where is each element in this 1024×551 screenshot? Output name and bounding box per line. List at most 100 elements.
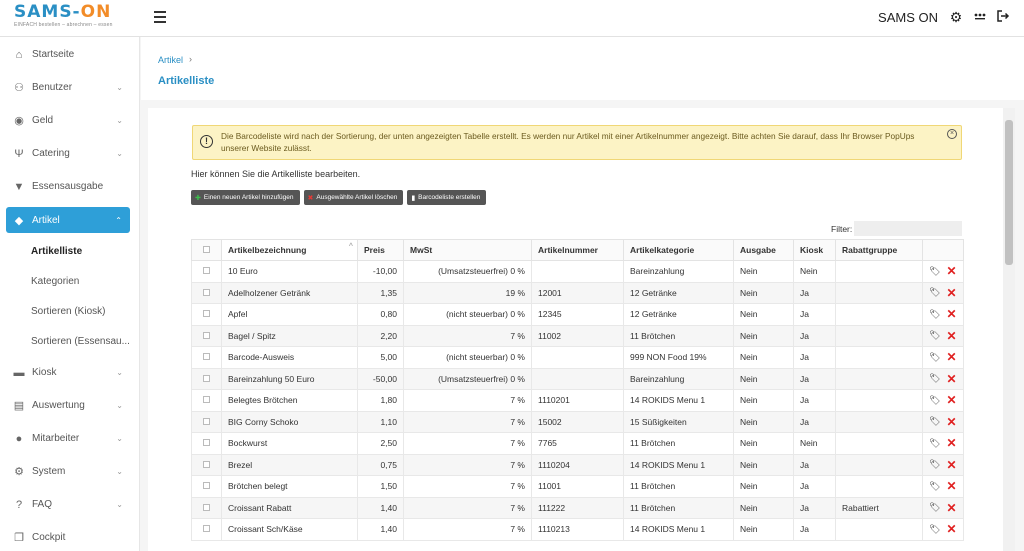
row-checkbox[interactable]	[191, 496, 222, 519]
row-checkbox[interactable]	[191, 281, 222, 304]
sidebar-item-system[interactable]: ⚙ System ⌄	[0, 455, 139, 488]
row-checkbox[interactable]	[191, 410, 222, 433]
delete-icon[interactable]: ✕	[946, 329, 956, 343]
delete-icon[interactable]: ✕	[946, 286, 956, 300]
delete-icon[interactable]: ✕	[946, 436, 956, 450]
delete-icon[interactable]: ✕	[946, 522, 956, 536]
scroll-thumb[interactable]	[1005, 120, 1013, 265]
barcode-list-button[interactable]: ▮ Barcodeliste erstellen	[407, 190, 487, 205]
table-row[interactable]: Croissant Rabatt 1,40 7 % 111222 11 Brötchen…	[191, 496, 964, 519]
sidebar-item-cockpit[interactable]: ❐ Cockpit	[0, 521, 139, 551]
cell-mwst: 7 %	[403, 389, 532, 412]
table-row[interactable]: Brezel 0,75 7 % 1110204 14 ROKIDS Menu 1 Nein…	[191, 453, 964, 476]
cell-artikelbezeichnung: Bockwurst	[221, 432, 358, 455]
row-checkbox[interactable]	[191, 324, 222, 347]
table-row[interactable]: Brötchen belegt 1,50 7 % 11001 11 Brötchen Ne…	[191, 475, 964, 498]
scrollbar[interactable]	[1003, 108, 1015, 551]
col-header-ausgabe[interactable]: Ausgabe	[733, 239, 794, 261]
sidebar-item-artikel[interactable]: ◆ Artikel ⌃	[6, 207, 130, 233]
delete-icon[interactable]: ✕	[946, 307, 956, 321]
table-row[interactable]: Croissant Sch/Käse 1,40 7 % 1110213 14 ROKID…	[191, 518, 964, 541]
sidebar-item-kiosk[interactable]: ▬ Kiosk ⌄	[0, 356, 139, 389]
edit-tag-icon[interactable]: 🏷	[929, 459, 940, 470]
breadcrumb-artikel[interactable]: Artikel	[158, 55, 183, 65]
delete-selected-button[interactable]: ✖ Ausgewählte Artikel löschen	[303, 190, 404, 205]
cell-kiosk: Nein	[793, 432, 836, 455]
sort-asc-icon: ^	[348, 243, 353, 250]
sidebar-item-startseite[interactable]: ⌂ Startseite	[0, 38, 139, 71]
edit-tag-icon[interactable]: 🏷	[929, 416, 940, 427]
table-row[interactable]: Adelholzener Getränk 1,35 19 % 12001 12 Getr…	[191, 281, 964, 304]
delete-icon[interactable]: ✕	[946, 264, 956, 278]
cell-preis: 0,75	[357, 453, 404, 476]
edit-tag-icon[interactable]: 🏷	[929, 287, 940, 298]
col-header-artikelnummer[interactable]: Artikelnummer	[531, 239, 624, 261]
col-header-artikelbezeichnung[interactable]: Artikelbezeichnung ^	[221, 239, 358, 261]
sidebar-subitem-kategorien[interactable]: Kategorien	[0, 266, 139, 296]
edit-tag-icon[interactable]: 🏷	[929, 395, 940, 406]
sidebar-item-geld[interactable]: ◉ Geld ⌄	[0, 104, 139, 137]
sidebar-subitem-sortieren-essensausgabe[interactable]: Sortieren (Essensau...	[0, 326, 139, 356]
row-checkbox[interactable]	[191, 518, 222, 541]
sidebar-subitem-sortieren-kiosk[interactable]: Sortieren (Kiosk)	[0, 296, 139, 326]
table-row[interactable]: Belegtes Brötchen 1,80 7 % 1110201 14 ROKIDS…	[191, 389, 964, 412]
table-row[interactable]: Bagel / Spitz 2,20 7 % 11002 11 Brötchen Nein…	[191, 324, 964, 347]
logout-icon[interactable]	[995, 9, 1011, 25]
edit-tag-icon[interactable]: 🏷	[929, 266, 940, 277]
edit-tag-icon[interactable]: 🏷	[929, 438, 940, 449]
sidebar-item-essensausgabe[interactable]: ▼ Essensausgabe	[0, 170, 139, 203]
edit-tag-icon[interactable]: 🏷	[929, 524, 940, 535]
hamburger-icon[interactable]	[154, 11, 166, 23]
sidebar-item-benutzer[interactable]: ⚇ Benutzer ⌄	[0, 71, 139, 104]
cell-artikelbezeichnung: Belegtes Brötchen	[221, 389, 358, 412]
row-checkbox[interactable]	[191, 346, 222, 369]
delete-icon[interactable]: ✕	[946, 501, 956, 515]
user-name[interactable]: SAMS ON	[878, 10, 938, 25]
col-header-kiosk[interactable]: Kiosk	[793, 239, 836, 261]
col-header-preis[interactable]: Preis	[357, 239, 404, 261]
delete-icon[interactable]: ✕	[946, 372, 956, 386]
row-checkbox[interactable]	[191, 367, 222, 390]
edit-tag-icon[interactable]: 🏷	[929, 481, 940, 492]
row-checkbox[interactable]	[191, 453, 222, 476]
sidebar-subitem-artikelliste[interactable]: Artikelliste	[0, 236, 139, 266]
cell-rabattgruppe	[835, 367, 923, 390]
article-table: Artikelbezeichnung ^ Preis MwSt Artikelnu…	[191, 239, 964, 541]
edit-tag-icon[interactable]: 🏷	[929, 330, 940, 341]
gear-icon[interactable]: ⚙	[948, 9, 964, 25]
table-row[interactable]: Bockwurst 2,50 7 % 7765 11 Brötchen Nein Nein 🏷…	[191, 432, 964, 455]
logo[interactable]: SAMS-ON EINFACH bestellen – abrechnen – …	[14, 3, 134, 33]
col-header-rabattgruppe[interactable]: Rabattgruppe	[835, 239, 923, 261]
filter-input[interactable]	[854, 221, 962, 236]
sidebar-item-catering[interactable]: Ψ Catering ⌄	[0, 137, 139, 170]
table-row[interactable]: BIG Corny Schoko 1,10 7 % 15002 15 Süßigkeit…	[191, 410, 964, 433]
table-row[interactable]: Bareinzahlung 50 Euro -50,00 (Umsatzsteuer…	[191, 367, 964, 390]
delete-icon[interactable]: ✕	[946, 458, 956, 472]
edit-tag-icon[interactable]: 🏷	[929, 352, 940, 363]
table-row[interactable]: Barcode-Ausweis 5,00 (nicht steuerbar) 0 %…	[191, 346, 964, 369]
row-checkbox[interactable]	[191, 303, 222, 326]
edit-tag-icon[interactable]: 🏷	[929, 373, 940, 384]
row-checkbox[interactable]	[191, 475, 222, 498]
select-all-checkbox[interactable]	[191, 239, 222, 261]
delete-icon[interactable]: ✕	[946, 393, 956, 407]
close-icon[interactable]: ×	[947, 129, 957, 139]
row-checkbox[interactable]	[191, 389, 222, 412]
add-article-button[interactable]: ✚ Einen neuen Artikel hinzufügen	[191, 190, 300, 205]
delete-icon[interactable]: ✕	[946, 350, 956, 364]
delete-icon[interactable]: ✕	[946, 479, 956, 493]
row-checkbox[interactable]	[191, 432, 222, 455]
table-row[interactable]: 10 Euro -10,00 (Umsatzsteuerfrei) 0 % Barei…	[191, 260, 964, 283]
col-header-mwst[interactable]: MwSt	[403, 239, 532, 261]
row-checkbox[interactable]	[191, 260, 222, 283]
delete-icon[interactable]: ✕	[946, 415, 956, 429]
dots-icon[interactable]	[972, 9, 988, 25]
sidebar-item-mitarbeiter[interactable]: ● Mitarbeiter ⌄	[0, 422, 139, 455]
sidebar-item-faq[interactable]: ? FAQ ⌄	[0, 488, 139, 521]
table-row[interactable]: Apfel 0,80 (nicht steuerbar) 0 % 12345 12 Ge…	[191, 303, 964, 326]
sidebar-item-auswertung[interactable]: ▤ Auswertung ⌄	[0, 389, 139, 422]
chevron-up-icon: ⌃	[115, 216, 122, 225]
edit-tag-icon[interactable]: 🏷	[929, 502, 940, 513]
edit-tag-icon[interactable]: 🏷	[929, 309, 940, 320]
col-header-artikelkategorie[interactable]: Artikelkategorie	[623, 239, 734, 261]
